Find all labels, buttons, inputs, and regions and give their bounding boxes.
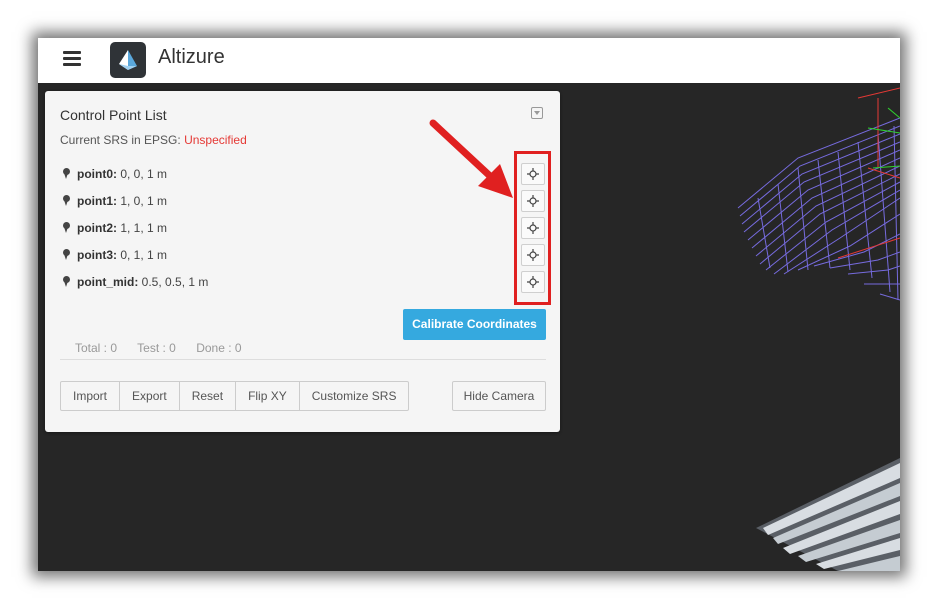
app-window: Altizure Control Point List Current SRS … [38, 38, 900, 571]
annotation-arrow [429, 119, 513, 198]
